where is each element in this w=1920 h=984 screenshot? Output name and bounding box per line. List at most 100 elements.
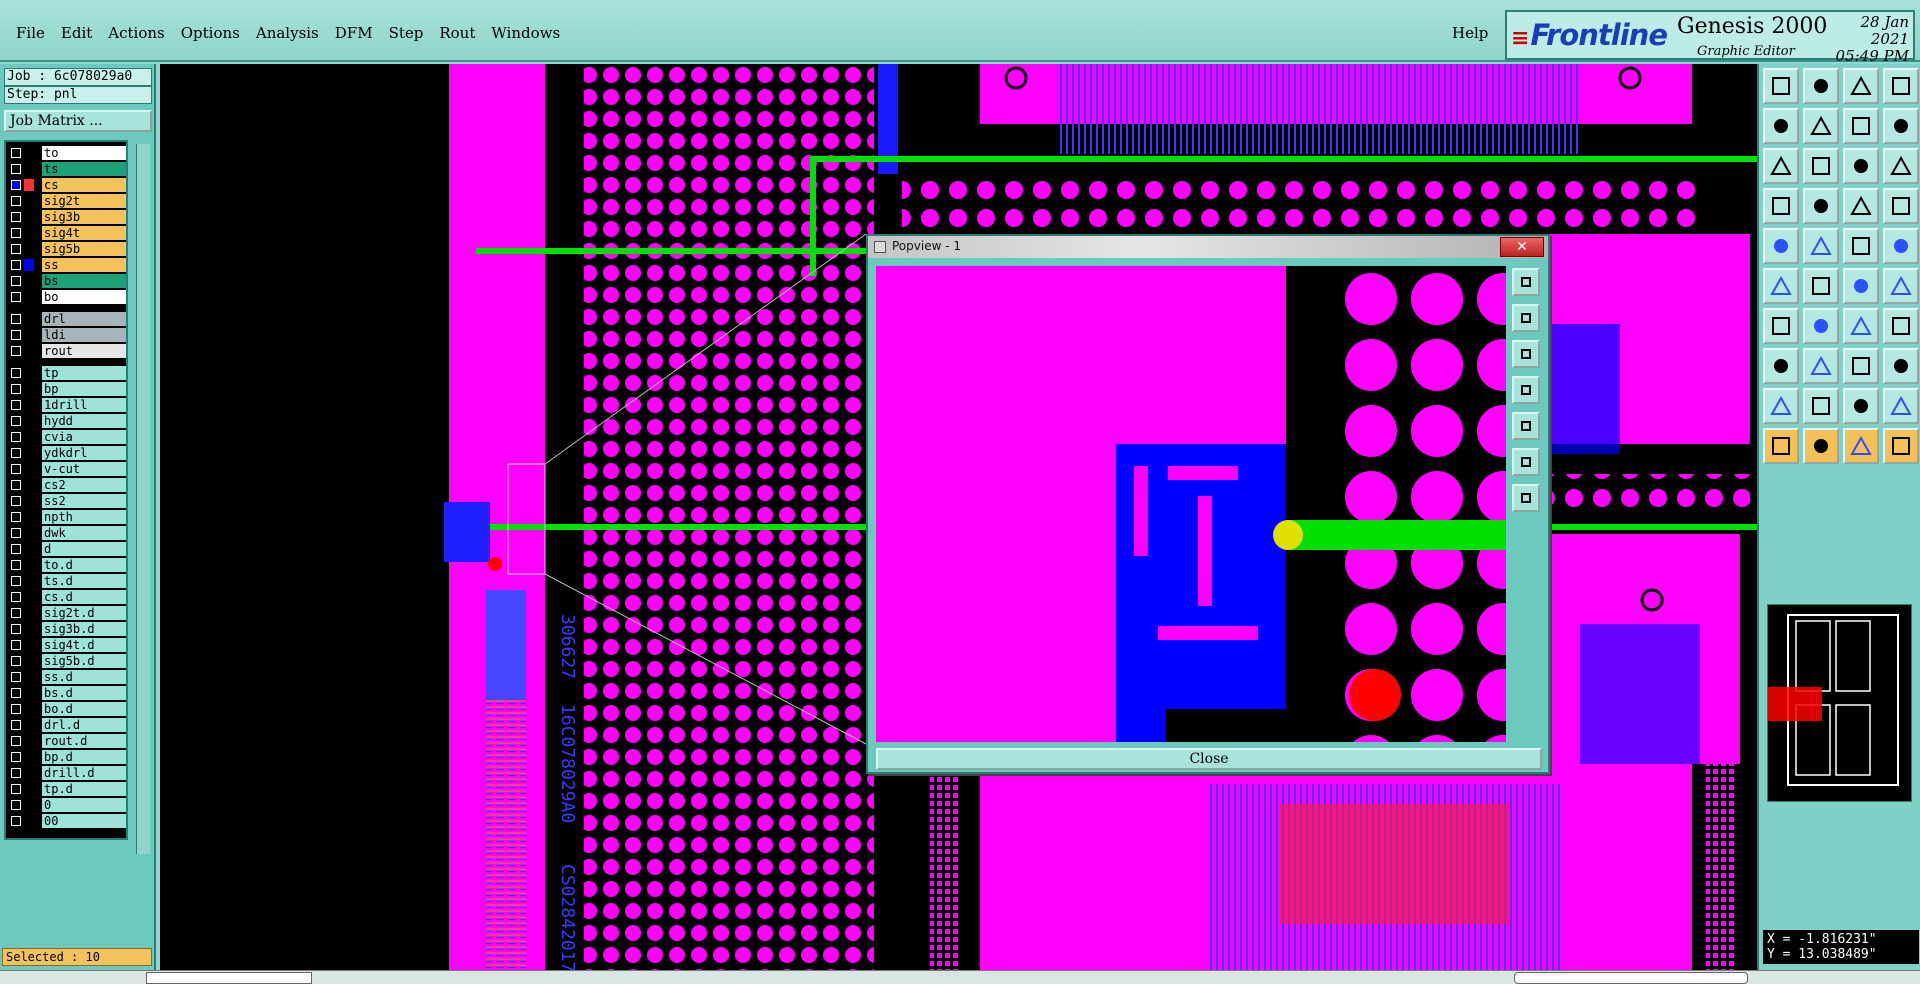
snap-alt-button[interactable] bbox=[1883, 188, 1919, 224]
layer-name[interactable]: 00 bbox=[42, 814, 126, 828]
layer-checkbox[interactable] bbox=[11, 432, 21, 442]
layer-row[interactable]: tp.d bbox=[6, 782, 126, 796]
popview-zoom-view[interactable] bbox=[876, 266, 1506, 742]
layer-name[interactable]: drl.d bbox=[42, 718, 126, 732]
layer-checkbox[interactable] bbox=[11, 196, 21, 206]
layer-checkbox[interactable] bbox=[11, 164, 21, 174]
layer-row[interactable]: sig3b.d bbox=[6, 622, 126, 636]
select-box-button[interactable] bbox=[1803, 428, 1839, 464]
menu-file[interactable]: File bbox=[8, 24, 53, 42]
pv-zoom-out-button[interactable] bbox=[1512, 304, 1540, 332]
layer-row[interactable]: cs.d bbox=[6, 590, 126, 604]
layer-row[interactable]: ss.d bbox=[6, 670, 126, 684]
layer-row[interactable]: npth bbox=[6, 510, 126, 524]
array-button[interactable] bbox=[1883, 348, 1919, 384]
redraw-button[interactable] bbox=[1883, 68, 1919, 104]
select-poly-button[interactable] bbox=[1843, 428, 1879, 464]
layer-name[interactable]: rout bbox=[42, 344, 126, 358]
layer-checkbox[interactable] bbox=[11, 314, 21, 324]
layer-name[interactable]: sig2t bbox=[42, 194, 126, 208]
layer-row[interactable]: ldi bbox=[6, 328, 126, 342]
layer-name[interactable]: cs2 bbox=[42, 478, 126, 492]
select-arrow-button[interactable] bbox=[1763, 428, 1799, 464]
text-outline-button[interactable] bbox=[1843, 388, 1879, 424]
layer-name[interactable]: cs.d bbox=[42, 590, 126, 604]
layer-row[interactable]: sig4t bbox=[6, 226, 126, 240]
layer-name[interactable]: cvia bbox=[42, 430, 126, 444]
layer-checkbox[interactable] bbox=[11, 330, 21, 340]
minimap[interactable] bbox=[1767, 604, 1912, 802]
layer-name[interactable]: d bbox=[42, 542, 126, 556]
layer-checkbox[interactable] bbox=[11, 480, 21, 490]
layer-row[interactable]: sig5b bbox=[6, 242, 126, 256]
layer-row[interactable]: bp bbox=[6, 382, 126, 396]
scale-button[interactable] bbox=[1843, 148, 1879, 184]
layer-row[interactable]: sig2t.d bbox=[6, 606, 126, 620]
layer-checkbox[interactable] bbox=[11, 816, 21, 826]
pad-button[interactable] bbox=[1763, 228, 1799, 264]
layer-name[interactable]: to.d bbox=[42, 558, 126, 572]
layer-row[interactable]: bo bbox=[6, 290, 126, 304]
layer-row[interactable]: drl.d bbox=[6, 718, 126, 732]
layer-checkbox[interactable] bbox=[11, 416, 21, 426]
layer-checkbox[interactable] bbox=[11, 736, 21, 746]
layer-row[interactable]: rout.d bbox=[6, 734, 126, 748]
window-menu-icon[interactable] bbox=[874, 241, 886, 253]
node-button[interactable] bbox=[1763, 268, 1799, 304]
layer-row[interactable]: ss bbox=[6, 258, 126, 272]
menu-rout[interactable]: Rout bbox=[431, 24, 483, 42]
layer-checkbox[interactable] bbox=[11, 640, 21, 650]
layer-checkbox[interactable] bbox=[11, 228, 21, 238]
layer-checkbox[interactable] bbox=[11, 800, 21, 810]
layer-row[interactable]: d bbox=[6, 542, 126, 556]
layer-checkbox[interactable] bbox=[11, 768, 21, 778]
popview-titlebar[interactable]: Popview - 1 ✕ bbox=[868, 236, 1548, 258]
menu-edit[interactable]: Edit bbox=[53, 24, 100, 42]
layer-name[interactable]: bo.d bbox=[42, 702, 126, 716]
layer-checkbox[interactable] bbox=[11, 244, 21, 254]
rect-button[interactable] bbox=[1843, 228, 1879, 264]
menu-step[interactable]: Step bbox=[381, 24, 432, 42]
pan-right-button[interactable] bbox=[1803, 108, 1839, 144]
layer-name[interactable]: ss.d bbox=[42, 670, 126, 684]
layer-checkbox[interactable] bbox=[11, 384, 21, 394]
layer-name[interactable]: sig3b bbox=[42, 210, 126, 224]
layer-row[interactable]: rout bbox=[6, 344, 126, 358]
layer-name[interactable]: ss bbox=[42, 258, 126, 272]
layer-name[interactable]: sig2t.d bbox=[42, 606, 126, 620]
triangle-button[interactable] bbox=[1763, 388, 1799, 424]
layer-row[interactable]: to bbox=[6, 146, 126, 160]
layer-checkbox[interactable] bbox=[11, 704, 21, 714]
layer-checkbox[interactable] bbox=[11, 496, 21, 506]
layer-name[interactable]: sig3b.d bbox=[42, 622, 126, 636]
menu-help[interactable]: Help bbox=[1452, 24, 1488, 42]
layer-checkbox[interactable] bbox=[11, 656, 21, 666]
menu-windows[interactable]: Windows bbox=[483, 24, 568, 42]
layer-checkbox[interactable] bbox=[11, 544, 21, 554]
layer-row[interactable]: sig3b bbox=[6, 210, 126, 224]
grid-button[interactable] bbox=[1803, 188, 1839, 224]
layer-name[interactable]: to bbox=[42, 146, 126, 160]
layer-row[interactable]: ts bbox=[6, 162, 126, 176]
pv-zoom-in-button[interactable] bbox=[1512, 268, 1540, 296]
layer-name[interactable]: sig4t.d bbox=[42, 638, 126, 652]
layer-checkbox[interactable] bbox=[11, 672, 21, 682]
mirror-button[interactable] bbox=[1883, 108, 1919, 144]
zoom-window-button[interactable] bbox=[1803, 68, 1839, 104]
layer-name[interactable]: dwk bbox=[42, 526, 126, 540]
layer-row[interactable]: v-cut bbox=[6, 462, 126, 476]
status-field[interactable] bbox=[1514, 972, 1748, 984]
draw-diag-button[interactable] bbox=[1803, 308, 1839, 344]
popview-close-button[interactable]: Close bbox=[876, 748, 1542, 770]
layer-row[interactable]: 1drill bbox=[6, 398, 126, 412]
layer-checkbox[interactable] bbox=[11, 720, 21, 730]
layer-row[interactable]: sig2t bbox=[6, 194, 126, 208]
layer-name[interactable]: bs.d bbox=[42, 686, 126, 700]
pan-left-button[interactable] bbox=[1763, 108, 1799, 144]
layer-row[interactable]: hydd bbox=[6, 414, 126, 428]
text-a-button[interactable] bbox=[1803, 388, 1839, 424]
menu-actions[interactable]: Actions bbox=[100, 24, 172, 42]
command-input[interactable] bbox=[146, 972, 312, 984]
help-button[interactable] bbox=[1883, 148, 1919, 184]
layer-name[interactable]: cs bbox=[42, 178, 126, 192]
